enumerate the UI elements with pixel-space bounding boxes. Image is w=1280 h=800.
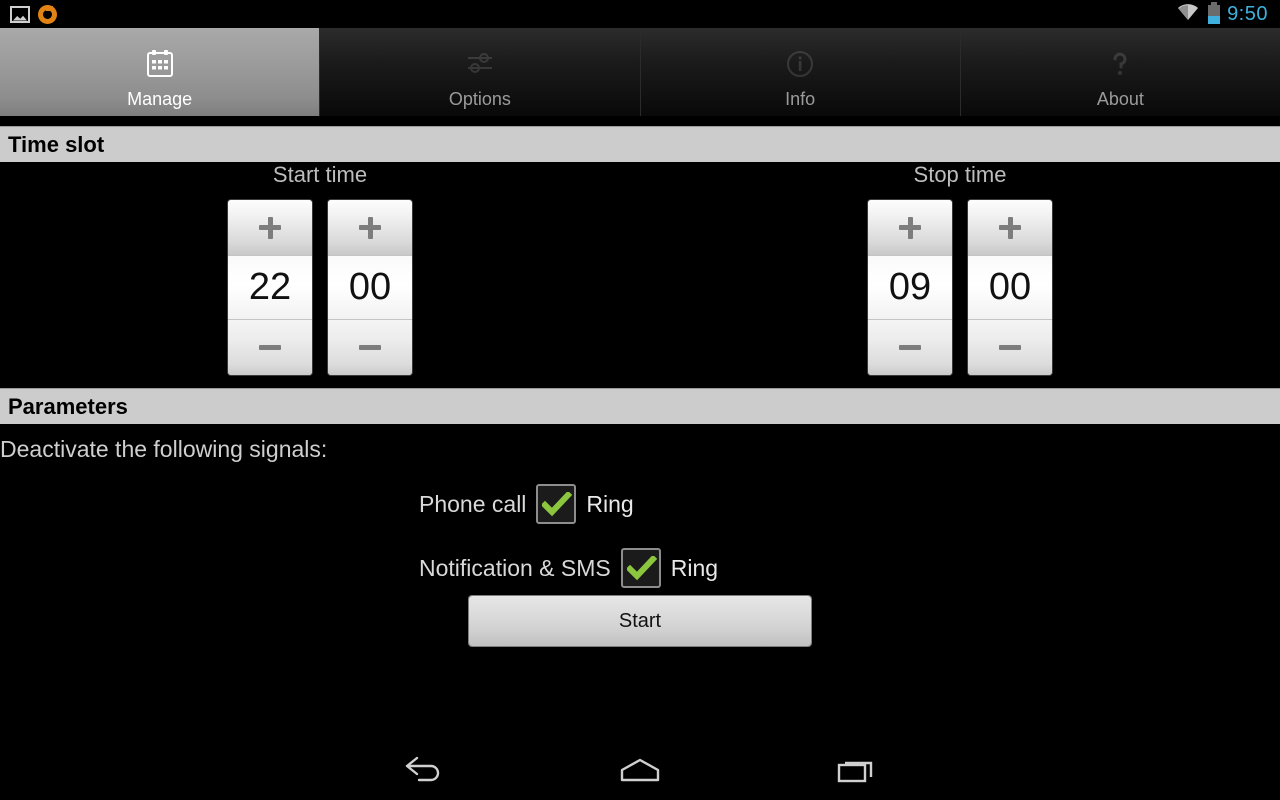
start-time-label: Start time — [272, 162, 368, 187]
tab-about[interactable]: About — [960, 28, 1280, 116]
tab-label: About — [1096, 89, 1144, 109]
start-minute-value[interactable]: 00 — [328, 255, 412, 320]
section-title: Time slot — [8, 131, 105, 157]
plus-icon — [999, 216, 1021, 239]
back-icon[interactable] — [368, 740, 478, 800]
minus-icon — [259, 345, 281, 350]
time-slot-panel: Start time 22 00 Stop time 09 00 — [0, 162, 1280, 388]
tab-info[interactable]: Info — [640, 28, 961, 116]
signal-checkbox-label: Ring — [670, 554, 719, 581]
start-minute-picker[interactable]: 00 — [328, 200, 412, 375]
tab-label: Manage — [127, 89, 193, 109]
minus-icon — [899, 345, 921, 350]
start-hour-value[interactable]: 22 — [228, 255, 312, 320]
update-icon — [38, 4, 57, 24]
start-time-group: Start time 22 00 — [190, 162, 450, 375]
question-mark-icon — [1104, 44, 1136, 84]
deactivate-signals-label: Deactivate the following signals: — [0, 436, 328, 462]
plus-icon — [899, 216, 921, 239]
stop-minute-increment-button[interactable] — [968, 200, 1052, 255]
stop-time-group: Stop time 09 00 — [830, 162, 1090, 375]
minus-icon — [999, 345, 1021, 350]
checkmark-icon — [542, 492, 573, 517]
status-bar-system: 9:50 — [1175, 1, 1280, 26]
tab-label: Info — [785, 89, 816, 109]
status-bar: 9:50 — [0, 0, 1280, 28]
start-hour-picker[interactable]: 22 — [228, 200, 312, 375]
info-circle-icon — [784, 44, 816, 84]
phone-call-ring-checkbox[interactable] — [536, 484, 577, 524]
start-hour-decrement-button[interactable] — [228, 320, 312, 375]
section-header-time-slot: Time slot — [0, 126, 1280, 162]
status-bar-clock: 9:50 — [1227, 2, 1268, 25]
start-button[interactable]: Start — [469, 596, 811, 646]
checkmark-icon — [626, 556, 657, 581]
calendar-icon — [144, 44, 176, 84]
parameters-panel: Deactivate the following signals: Phone … — [0, 424, 1280, 740]
signal-label: Phone call — [419, 490, 527, 517]
signal-checkbox-label: Ring — [586, 490, 634, 517]
stop-time-label: Stop time — [913, 162, 1007, 187]
tab-label: Options — [448, 89, 511, 109]
signal-row-phone-call: Phone call Ring — [419, 484, 634, 524]
status-bar-notifications — [0, 4, 57, 24]
start-minute-decrement-button[interactable] — [328, 320, 412, 375]
stop-hour-increment-button[interactable] — [868, 200, 952, 255]
section-header-parameters: Parameters — [0, 388, 1280, 424]
wifi-icon — [1175, 2, 1201, 26]
home-icon[interactable] — [585, 740, 695, 800]
signal-label: Notification & SMS — [419, 554, 611, 581]
navigation-bar — [0, 740, 1280, 800]
plus-icon — [259, 216, 281, 239]
stop-minute-value[interactable]: 00 — [968, 255, 1052, 320]
tab-options[interactable]: Options — [320, 28, 641, 116]
gallery-icon — [10, 5, 30, 23]
sliders-icon — [464, 44, 496, 84]
stop-hour-picker[interactable]: 09 — [868, 200, 952, 375]
stop-hour-decrement-button[interactable] — [868, 320, 952, 375]
tab-bar: Manage Options Info About — [0, 28, 1280, 116]
signal-row-notification-sms: Notification & SMS Ring — [419, 548, 718, 588]
plus-icon — [359, 216, 381, 239]
stop-minute-picker[interactable]: 00 — [968, 200, 1052, 375]
notification-sms-ring-checkbox[interactable] — [620, 548, 661, 588]
start-hour-increment-button[interactable] — [228, 200, 312, 255]
battery-icon — [1208, 1, 1221, 24]
stop-hour-value[interactable]: 09 — [868, 255, 952, 320]
recent-apps-icon[interactable] — [802, 740, 912, 800]
stop-minute-decrement-button[interactable] — [968, 320, 1052, 375]
section-title: Parameters — [8, 393, 128, 419]
start-minute-increment-button[interactable] — [328, 200, 412, 255]
minus-icon — [359, 345, 381, 350]
tab-manage[interactable]: Manage — [0, 28, 321, 116]
